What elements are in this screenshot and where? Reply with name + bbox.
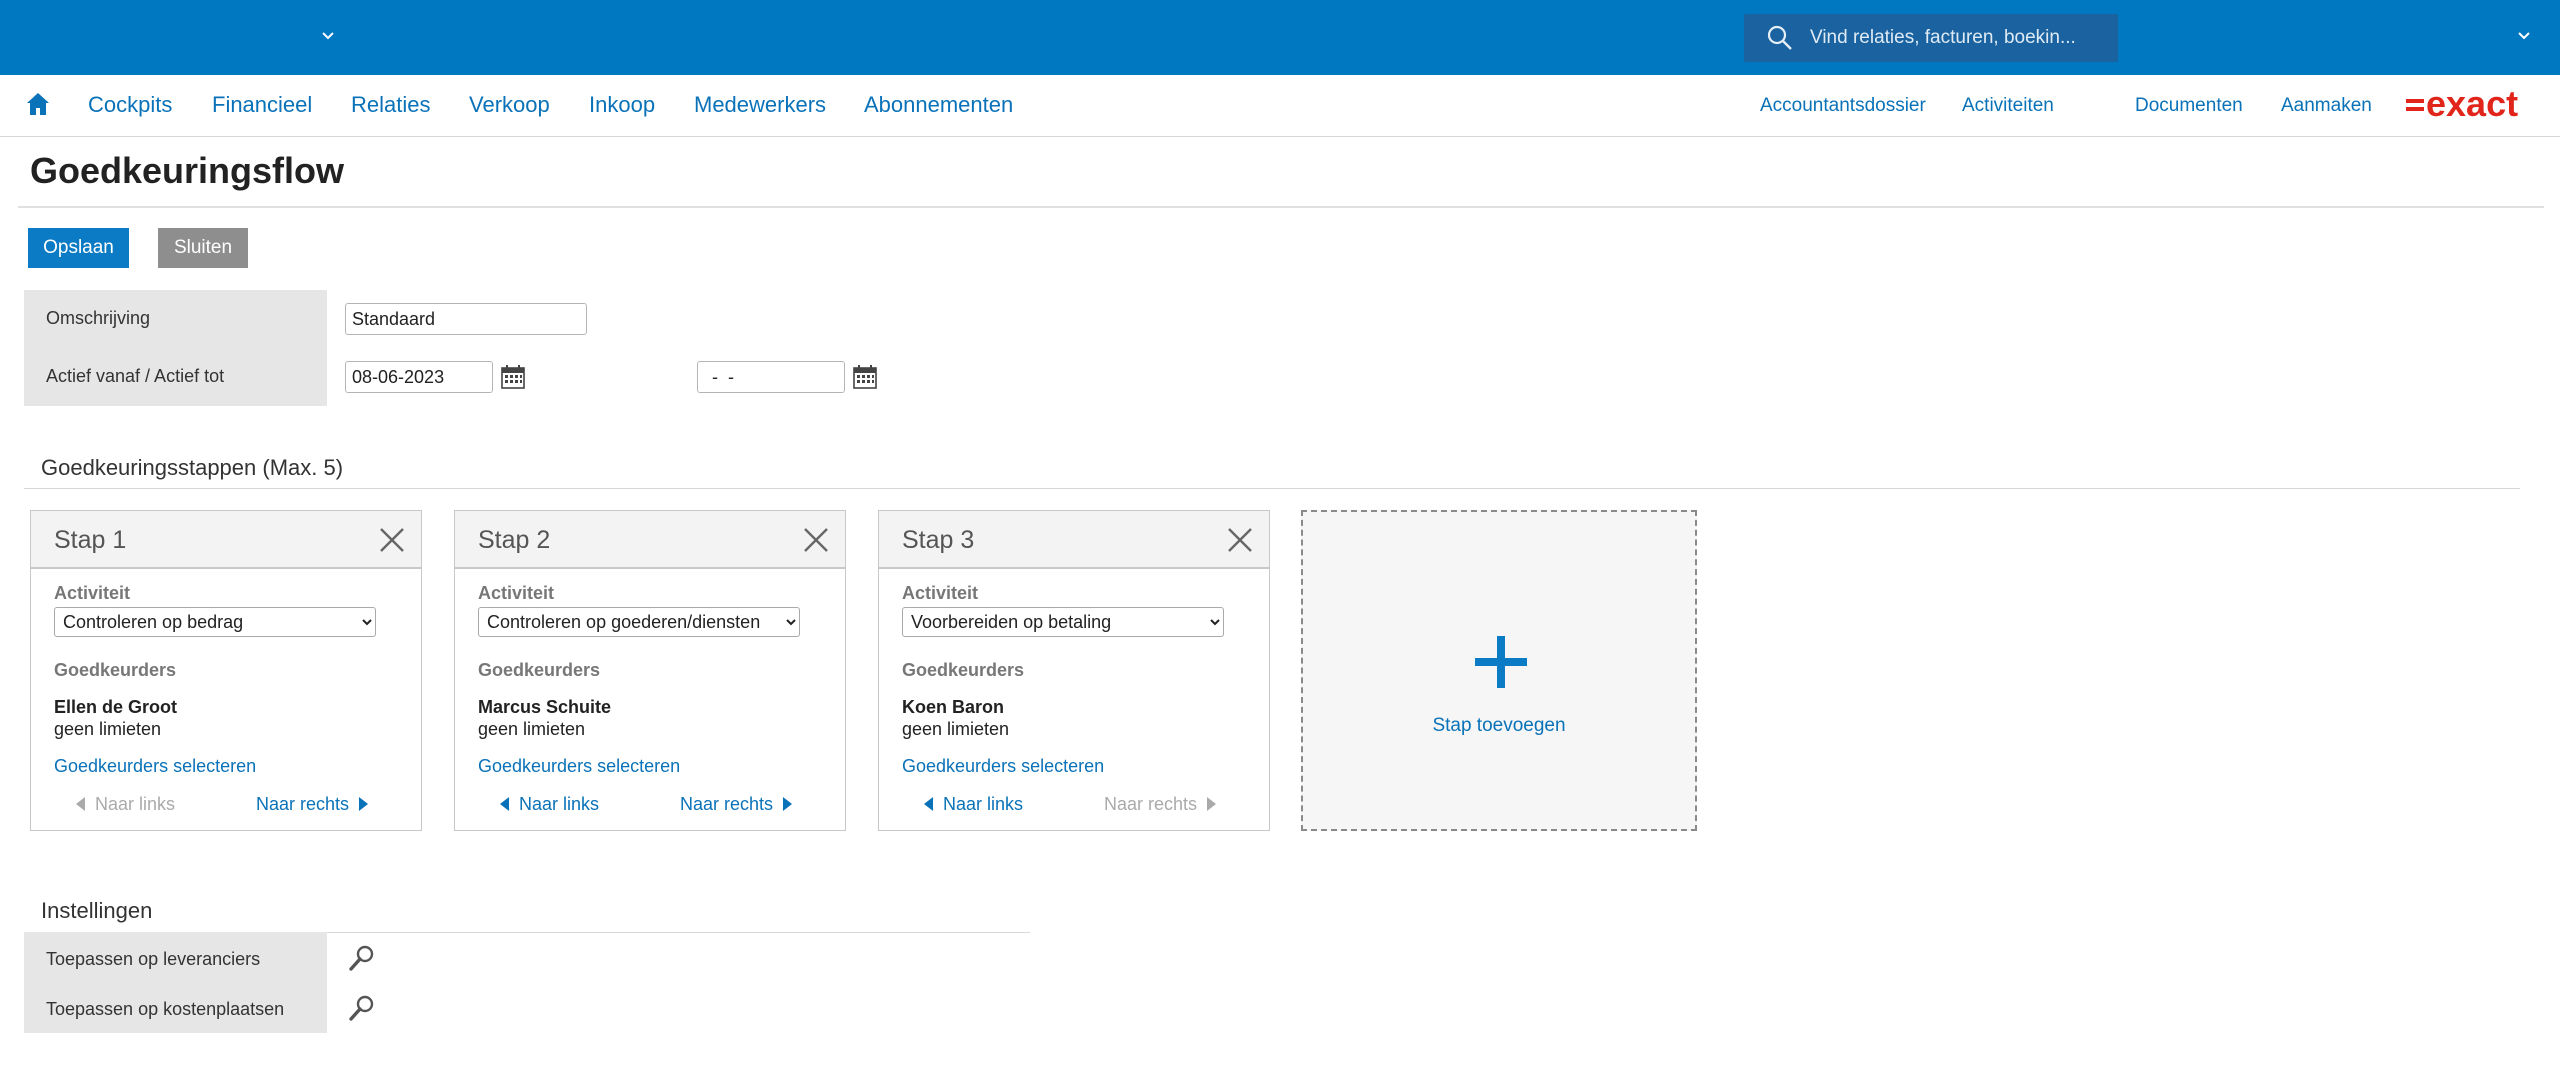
activity-label: Activiteit (902, 583, 979, 603)
move-left-label: Naar links (943, 794, 1024, 814)
menu-item-activiteiten[interactable]: Activiteiten (1962, 95, 2054, 117)
page-title: Goedkeuringsflow (30, 150, 345, 191)
search-icon (1767, 25, 1792, 50)
menu-item-accountantsdossier[interactable]: Accountantsdossier (1760, 95, 1926, 117)
step-title: Stap 1 (54, 526, 127, 554)
svg-text:exact: exact (2426, 88, 2518, 122)
approver-limit: geen limieten (54, 719, 162, 739)
active-period-label: Actief vanaf / Actief tot (46, 366, 225, 386)
select-approvers-link[interactable]: Goedkeurders selecteren (54, 756, 256, 777)
steps-section-divider (24, 488, 2520, 489)
exact-logo[interactable]: exact (2404, 88, 2534, 122)
move-right-link[interactable]: Naar rechts (680, 794, 793, 815)
arrow-left-icon (924, 797, 933, 811)
approver-limit: geen limieten (902, 719, 1010, 739)
lookup-icon[interactable] (347, 994, 375, 1022)
add-step-label: Stap toevoegen (1432, 715, 1566, 736)
move-left-label: Naar links (95, 794, 176, 814)
step-card: Stap 2 Activiteit Controleren op goedere… (454, 510, 846, 831)
approvers-label: Goedkeurders (478, 660, 601, 680)
costcenters-label: Toepassen op kostenplaatsen (46, 999, 285, 1019)
approver-limit: geen limieten (478, 719, 586, 739)
main-menu: Cockpits Financieel Relaties Verkoop Ink… (0, 75, 2560, 137)
step-card-header: Stap 2 (455, 511, 845, 569)
active-from-field[interactable] (345, 361, 493, 393)
move-right-label: Naar rechts (1104, 794, 1198, 814)
save-button[interactable]: Opslaan (28, 228, 129, 268)
search-input[interactable] (1810, 27, 2110, 49)
step-card-header: Stap 1 (31, 511, 421, 569)
menu-item-documenten[interactable]: Documenten (2135, 95, 2243, 117)
activity-label: Activiteit (478, 583, 555, 603)
arrow-right-icon (359, 797, 369, 811)
select-approvers-link[interactable]: Goedkeurders selecteren (902, 756, 1104, 777)
menu-item-medewerkers[interactable]: Medewerkers (694, 92, 826, 118)
arrow-right-icon (1207, 797, 1217, 811)
lookup-icon[interactable] (347, 944, 375, 972)
arrow-left-icon (500, 797, 509, 811)
approvers-label: Goedkeurders (902, 660, 1025, 680)
move-right-link[interactable]: Naar rechts (256, 794, 369, 815)
move-left-link[interactable]: Naar links (924, 794, 1023, 815)
add-step-button[interactable]: Stap toevoegen (1301, 510, 1697, 831)
plus-icon (1475, 636, 1527, 688)
step-title: Stap 3 (902, 526, 975, 554)
home-icon[interactable] (24, 90, 52, 118)
description-label: Omschrijving (46, 308, 151, 328)
activity-select[interactable]: Voorbereiden op betaling (902, 607, 1224, 637)
activity-label: Activiteit (54, 583, 131, 603)
approver-name: Marcus Schuite (478, 697, 612, 717)
description-field[interactable] (345, 303, 587, 335)
global-search[interactable] (1744, 14, 2118, 62)
step-card: Stap 1 Activiteit Controleren op bedrag … (30, 510, 422, 831)
calendar-icon[interactable] (852, 364, 878, 390)
menu-item-verkoop[interactable]: Verkoop (469, 92, 550, 118)
menu-item-aanmaken[interactable]: Aanmaken (2281, 95, 2372, 117)
menu-item-inkoop[interactable]: Inkoop (589, 92, 655, 118)
move-right-label: Naar rechts (680, 794, 774, 814)
arrow-right-icon (783, 797, 793, 811)
top-bar (0, 0, 2560, 75)
close-button[interactable]: Sluiten (158, 228, 248, 268)
move-right-label: Naar rechts (256, 794, 350, 814)
menu-item-cockpits[interactable]: Cockpits (88, 92, 172, 118)
settings-section-title: Instellingen (41, 898, 153, 923)
select-approvers-link[interactable]: Goedkeurders selecteren (478, 756, 680, 777)
chevron-down-icon[interactable] (2516, 28, 2532, 44)
step-card-header: Stap 3 (879, 511, 1269, 569)
steps-section-title: Goedkeuringsstappen (Max. 5) (41, 455, 344, 480)
approver-name: Ellen de Groot (54, 697, 178, 717)
chevron-down-icon[interactable] (320, 28, 336, 44)
menu-item-financieel[interactable]: Financieel (212, 92, 312, 118)
move-right-link: Naar rechts (1104, 794, 1217, 815)
step-title: Stap 2 (478, 526, 551, 554)
approvers-label: Goedkeurders (54, 660, 177, 680)
menu-item-relaties[interactable]: Relaties (351, 92, 430, 118)
arrow-left-icon (76, 797, 85, 811)
suppliers-label: Toepassen op leveranciers (46, 949, 261, 969)
close-icon[interactable] (379, 527, 405, 553)
move-left-link[interactable]: Naar links (500, 794, 599, 815)
move-left-label: Naar links (519, 794, 600, 814)
menu-item-abonnementen[interactable]: Abonnementen (864, 92, 1013, 118)
activity-select[interactable]: Controleren op goederen/diensten (478, 607, 800, 637)
activity-select[interactable]: Controleren op bedrag (54, 607, 376, 637)
move-left-link: Naar links (76, 794, 175, 815)
close-icon[interactable] (803, 527, 829, 553)
close-icon[interactable] (1227, 527, 1253, 553)
approver-name: Koen Baron (902, 697, 1005, 717)
calendar-icon[interactable] (500, 364, 526, 390)
active-to-field[interactable] (697, 361, 845, 393)
title-divider (18, 206, 2544, 208)
step-card: Stap 3 Activiteit Voorbereiden op betali… (878, 510, 1270, 831)
